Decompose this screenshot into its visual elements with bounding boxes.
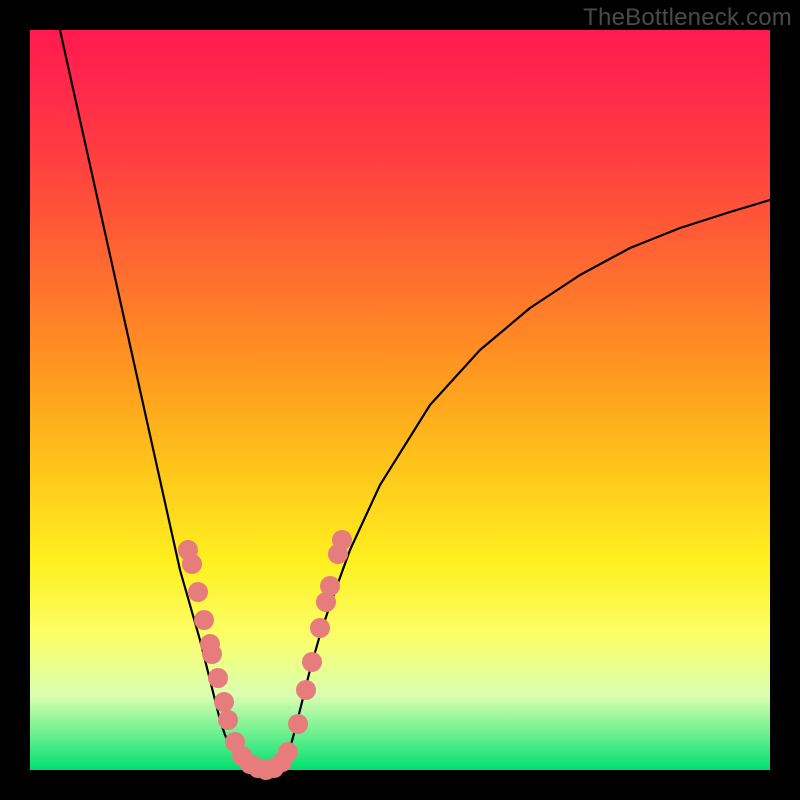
marker-dot [288, 714, 308, 734]
marker-dot [332, 530, 352, 550]
marker-dot [278, 742, 298, 762]
marker-dot [296, 680, 316, 700]
marker-dot [202, 644, 222, 664]
marker-dot [182, 554, 202, 574]
marker-dot [188, 582, 208, 602]
plot-area [30, 30, 770, 770]
marker-dot [194, 610, 214, 630]
marker-dots [178, 530, 352, 780]
bottleneck-curve [60, 30, 770, 770]
watermark-text: TheBottleneck.com [583, 4, 792, 32]
marker-dot [320, 576, 340, 596]
marker-dot [310, 618, 330, 638]
marker-dot [302, 652, 322, 672]
marker-dot [218, 710, 238, 730]
chart-svg [30, 30, 770, 770]
marker-dot [208, 668, 228, 688]
chart-frame: TheBottleneck.com [0, 0, 800, 800]
marker-dot [214, 692, 234, 712]
